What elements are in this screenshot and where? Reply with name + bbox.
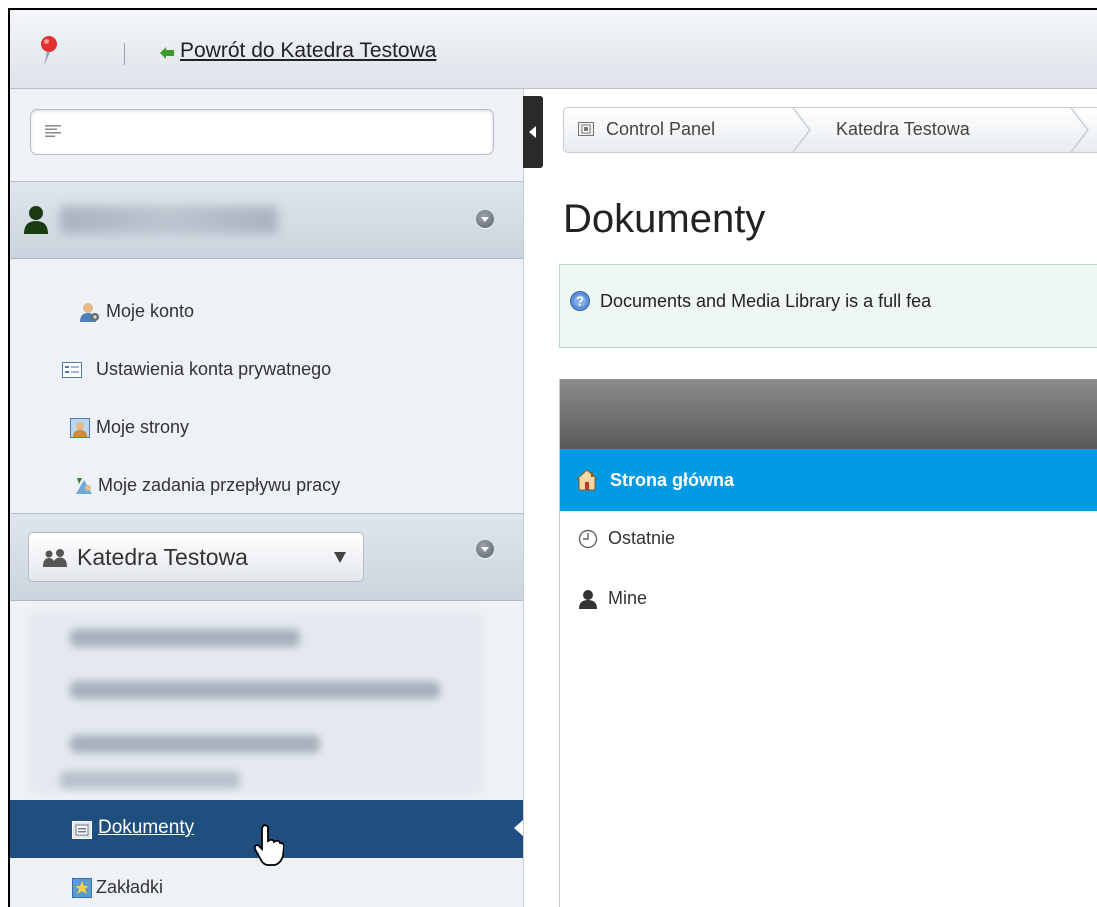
breadcrumb-separator [1070,108,1089,152]
site-selector-dropdown[interactable]: Katedra Testowa [28,532,364,582]
sidebar: Moje konto Ustawienia konta prywatnego M… [10,89,524,907]
menu-item-label: Dokumenty [98,817,195,838]
nav-item-label: Mine [608,588,648,608]
page-title: Dokumenty [563,197,766,241]
collapse-sidebar-toggle[interactable] [523,96,543,168]
menu-item-bookmarks[interactable]: Zakładki [10,858,523,907]
library-toolbar [560,379,1097,449]
user-icon [24,206,48,234]
back-arrow-icon [160,47,174,59]
info-message: ? Documents and Media Library is a full … [559,264,1097,348]
documents-icon [72,821,92,839]
menu-item-label: Moje strony [96,417,190,437]
back-to-site-link[interactable]: Powrót do Katedra Testowa [180,39,436,63]
profile-picture-icon [70,418,90,438]
workflow-icon [76,478,92,494]
app-window: Powrót do Katedra Testowa Moje konto Ust… [8,8,1097,907]
home-icon [576,469,598,491]
control-panel-icon [578,122,594,136]
info-text: Documents and Media Library is a full fe… [600,291,932,311]
menu-item-documents[interactable]: Dokumenty [10,800,523,866]
user-icon [579,590,597,609]
menu-item-my-workflow-tasks[interactable]: Moje zadania przepływu pracy [10,456,523,514]
documents-library-panel: Strona główna Ostatnie Mine [559,379,1097,907]
search-lines-icon [45,125,61,137]
dropdown-arrow-icon [334,552,346,563]
breadcrumb-site[interactable]: Katedra Testowa [836,119,970,140]
group-icon [43,549,67,567]
main-content: Control Panel Katedra Testowa Dokumenty … [543,89,1097,907]
breadcrumb: Control Panel Katedra Testowa [563,107,1097,153]
pushpin-icon[interactable] [38,35,60,67]
breadcrumb-separator [792,108,811,152]
nav-item-label: Strona główna [610,470,735,490]
menu-item-label: Moje konto [106,301,195,321]
nav-item-home[interactable]: Strona główna [560,449,1097,511]
svg-text:?: ? [576,294,584,309]
search-input[interactable] [30,109,494,155]
help-icon: ? [570,291,590,311]
user-panel-header[interactable] [10,181,523,259]
nav-item-recent[interactable]: Ostatnie [560,511,1097,569]
menu-item-label: Zakładki [96,877,164,897]
clock-icon [578,529,598,549]
menu-item-label: Ustawienia konta prywatnego [96,359,332,379]
menu-item-my-pages[interactable]: Moje strony [10,398,523,456]
nav-item-mine[interactable]: Mine [560,571,1097,629]
menu-item-private-account-settings[interactable]: Ustawienia konta prywatnego [10,340,523,398]
collapse-user-panel-button[interactable] [476,210,494,228]
menu-item-label: Moje zadania przepływu pracy [98,475,341,495]
breadcrumb-control-panel[interactable]: Control Panel [606,119,715,140]
blurred-user-name [60,206,278,234]
nav-item-label: Ostatnie [608,528,676,548]
topbar-divider [124,43,125,65]
site-panel-header: Katedra Testowa [10,513,523,601]
user-gear-icon [80,303,99,322]
site-selector-label: Katedra Testowa [77,544,248,570]
blurred-menu-items [30,613,482,793]
collapse-site-panel-button[interactable] [476,540,494,558]
top-bar: Powrót do Katedra Testowa [10,10,1097,89]
bookmark-star-icon [72,878,92,898]
form-icon [62,362,82,378]
menu-item-my-account[interactable]: Moje konto [10,282,523,340]
